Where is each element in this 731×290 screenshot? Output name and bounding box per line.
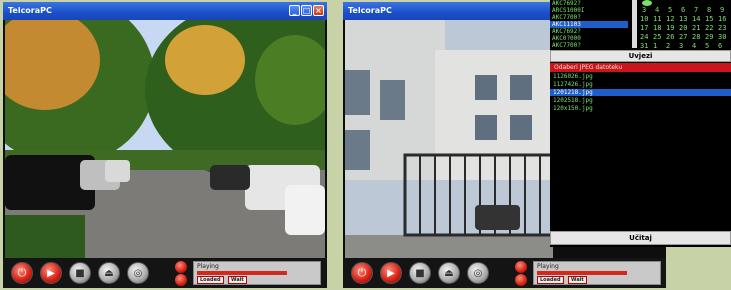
- file-list-header-text: Odaberi JPEG datoteku: [554, 64, 623, 71]
- list-scrollbar[interactable]: [632, 0, 637, 48]
- small-record-button-top[interactable]: [175, 261, 187, 273]
- left-window-title: TelcoraPC: [8, 6, 52, 15]
- file-item[interactable]: 1127426.jpg: [553, 81, 593, 88]
- right-status-panel: Playing Loaded Wait: [533, 261, 661, 285]
- calendar-day[interactable]: 4: [692, 42, 696, 50]
- disc-button[interactable]: ◎: [467, 262, 489, 284]
- calendar-day[interactable]: 29: [705, 33, 713, 41]
- loaded-chip: Loaded: [197, 276, 224, 284]
- calendar-day[interactable]: 2: [666, 42, 670, 50]
- small-record-button-top[interactable]: [515, 261, 527, 273]
- file-browser-panel: AKC7692? ARCS1000I AKC7700? AKC11103 AKC…: [550, 0, 731, 247]
- calendar-day[interactable]: 14: [692, 15, 700, 23]
- calendar-day[interactable]: 4: [655, 6, 659, 14]
- stop-button[interactable]: ■: [409, 262, 431, 284]
- small-record-button-bottom[interactable]: [515, 274, 527, 286]
- play-button[interactable]: ▶: [40, 262, 62, 284]
- file-item[interactable]: 1202518.jpg: [553, 97, 593, 104]
- calendar-day[interactable]: 9: [720, 6, 724, 14]
- list-item[interactable]: ARCS1000I: [552, 7, 585, 14]
- calendar-day[interactable]: 6: [681, 6, 685, 14]
- disc-button[interactable]: ◎: [127, 262, 149, 284]
- ucitaj-button[interactable]: Učitaj: [550, 231, 731, 245]
- calendar-day[interactable]: 13: [679, 15, 687, 23]
- stop-button[interactable]: ■: [69, 262, 91, 284]
- file-item-selected[interactable]: 1201218.jpg: [550, 89, 731, 96]
- calendar-day[interactable]: 20: [679, 24, 687, 32]
- calendar-grid[interactable]: 3 4 5 6 7 8 9 10 11 12 13 14 15 16 17 18…: [640, 0, 731, 50]
- wait-chip: Wait: [228, 276, 247, 284]
- calendar-day[interactable]: 15: [705, 15, 713, 23]
- calendar-day[interactable]: 24: [640, 33, 648, 41]
- calendar-day[interactable]: 31: [640, 42, 648, 50]
- list-item[interactable]: AKC7692?: [552, 28, 581, 35]
- calendar-day[interactable]: 8: [707, 6, 711, 14]
- calendar-day[interactable]: 23: [718, 24, 726, 32]
- calendar-day[interactable]: 18: [653, 24, 661, 32]
- calendar-day[interactable]: 10: [640, 15, 648, 23]
- calendar-day[interactable]: 3: [642, 6, 646, 14]
- calendar-day[interactable]: 5: [668, 6, 672, 14]
- progress-bar: [537, 271, 627, 275]
- power-button[interactable]: ⏻: [11, 262, 33, 284]
- progress-bar: [197, 271, 287, 275]
- calendar-day[interactable]: 16: [718, 15, 726, 23]
- right-video-frame: [345, 20, 553, 260]
- list-item[interactable]: AKC7700?: [552, 14, 581, 21]
- building-scene-image: [345, 20, 553, 260]
- calendar-day[interactable]: 28: [692, 33, 700, 41]
- street-scene-image: [5, 20, 325, 260]
- calendar-day[interactable]: 3: [679, 42, 683, 50]
- uvjezi-button[interactable]: Uvjezi: [550, 50, 731, 62]
- calendar-day[interactable]: 17: [640, 24, 648, 32]
- left-player-window: TelcoraPC _ □ × ⏻ ▶ ■ ⏏ ◎ Playing Loaded…: [3, 2, 327, 288]
- power-button[interactable]: ⏻: [351, 262, 373, 284]
- left-status-panel: Playing Loaded Wait: [193, 261, 321, 285]
- loaded-chip: Loaded: [537, 276, 564, 284]
- drive-list[interactable]: AKC7692? ARCS1000I AKC7700? AKC11103 AKC…: [550, 0, 632, 49]
- calendar-day[interactable]: 11: [653, 15, 661, 23]
- calendar-day[interactable]: 1: [653, 42, 657, 50]
- file-list-header: Odaberi JPEG datoteku: [550, 63, 731, 72]
- file-item[interactable]: 120x150.jpg: [553, 105, 593, 112]
- calendar-day[interactable]: 6: [718, 42, 722, 50]
- calendar-day[interactable]: 30: [718, 33, 726, 41]
- left-titlebar[interactable]: TelcoraPC _ □ ×: [3, 2, 327, 20]
- file-list[interactable]: 1126026.jpg 1127426.jpg 1201218.jpg 1202…: [550, 72, 731, 230]
- list-item[interactable]: AKC7700?: [552, 42, 581, 49]
- right-control-bar: ⏻ ▶ ■ ⏏ ◎ Playing Loaded Wait: [343, 258, 666, 288]
- maximize-button[interactable]: □: [301, 5, 312, 16]
- left-video-frame: [5, 20, 325, 260]
- calendar-day[interactable]: 19: [666, 24, 674, 32]
- eject-button[interactable]: ⏏: [98, 262, 120, 284]
- file-item[interactable]: 1126026.jpg: [553, 73, 593, 80]
- calendar-day[interactable]: 26: [666, 33, 674, 41]
- list-item[interactable]: AKC0?000: [552, 35, 581, 42]
- status-label: Playing: [537, 263, 559, 270]
- calendar-day[interactable]: 27: [679, 33, 687, 41]
- calendar-day[interactable]: 5: [705, 42, 709, 50]
- calendar-day[interactable]: 25: [653, 33, 661, 41]
- status-label: Playing: [197, 263, 219, 270]
- small-record-button-bottom[interactable]: [175, 274, 187, 286]
- wait-chip: Wait: [568, 276, 587, 284]
- right-window-title: TelcoraPC: [348, 6, 392, 15]
- list-item[interactable]: AKC7692?: [552, 0, 581, 7]
- close-button[interactable]: ×: [313, 5, 324, 16]
- eject-button[interactable]: ⏏: [438, 262, 460, 284]
- calendar-day[interactable]: 12: [666, 15, 674, 23]
- page-margin: [666, 247, 731, 290]
- play-button[interactable]: ▶: [380, 262, 402, 284]
- left-control-bar: ⏻ ▶ ■ ⏏ ◎ Playing Loaded Wait: [3, 258, 327, 288]
- minimize-button[interactable]: _: [289, 5, 300, 16]
- list-item-selected[interactable]: AKC11103: [550, 21, 628, 28]
- calendar-day[interactable]: 21: [692, 24, 700, 32]
- calendar-day[interactable]: 7: [694, 6, 698, 14]
- calendar-day[interactable]: 22: [705, 24, 713, 32]
